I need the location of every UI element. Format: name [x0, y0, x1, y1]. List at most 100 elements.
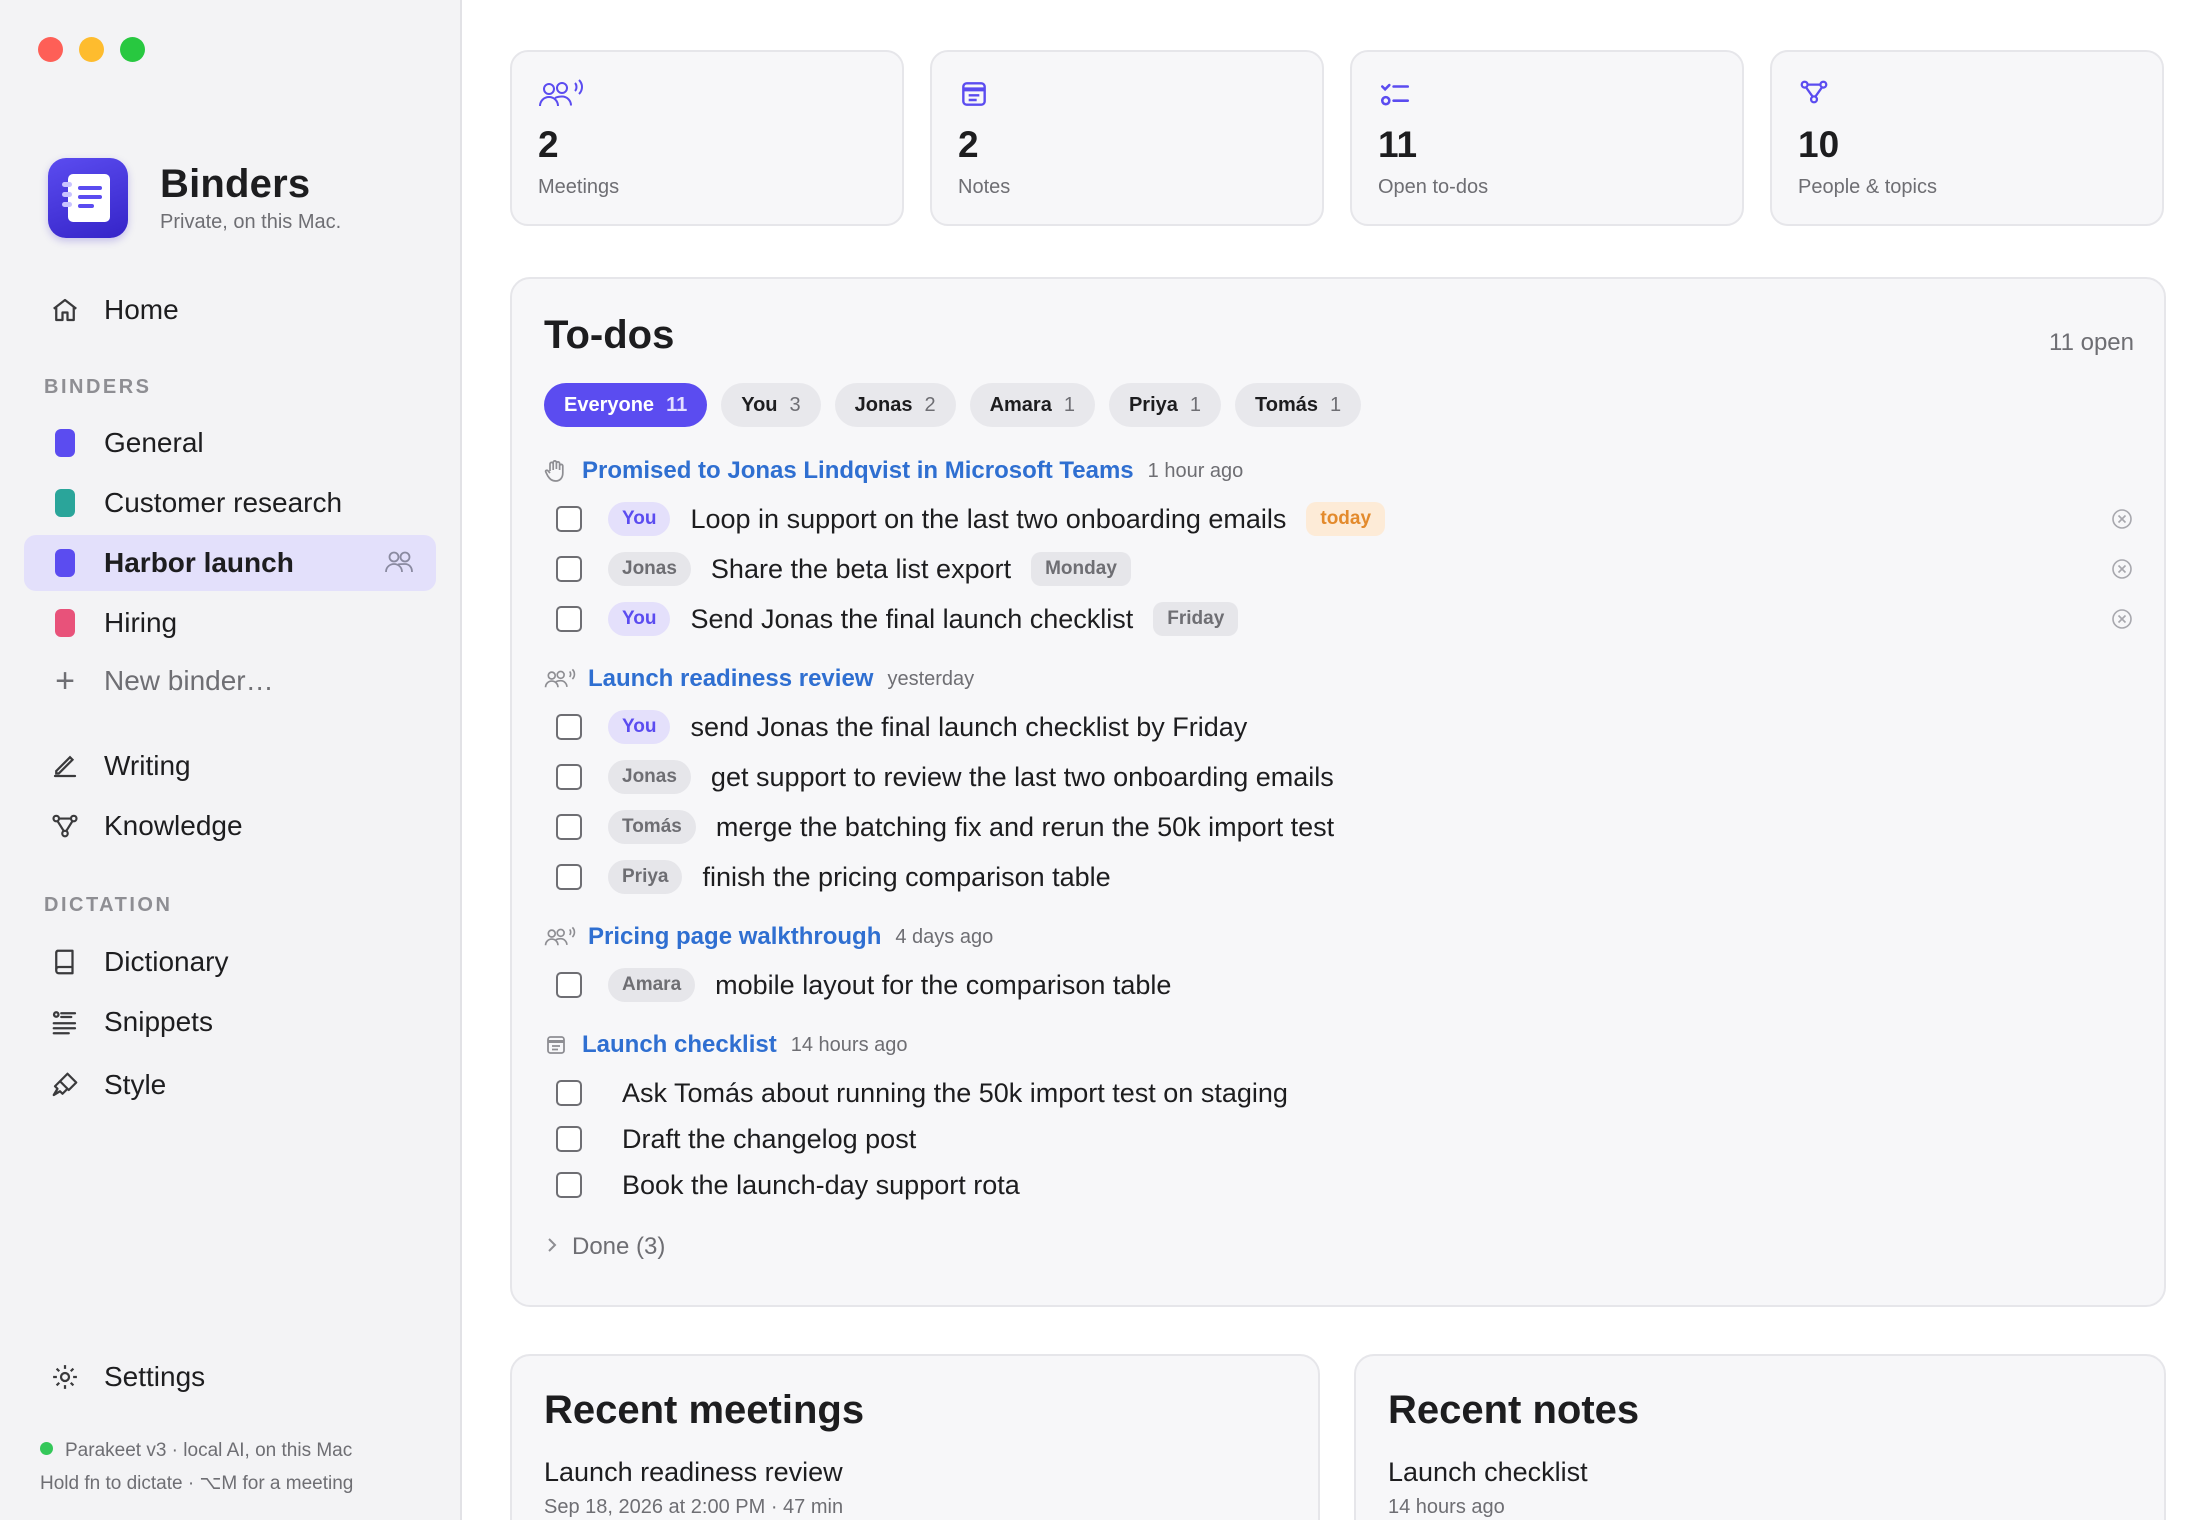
- stat-card-meetings[interactable]: 2 Meetings: [510, 50, 904, 226]
- stat-label: People & topics: [1798, 176, 1937, 198]
- plus-icon: +: [55, 661, 75, 700]
- filter-chip-amara[interactable]: Amara 1: [969, 383, 1095, 427]
- due-badge: Monday: [1031, 552, 1131, 586]
- sidebar-item-label: Knowledge: [104, 810, 243, 841]
- todo-group-source-link[interactable]: Promised to Jonas Lindqvist in Microsoft…: [582, 457, 1134, 485]
- stat-value: 10: [1798, 124, 1840, 165]
- filter-chip-priya[interactable]: Priya 1: [1108, 383, 1222, 427]
- filter-chip-you[interactable]: You 3: [721, 383, 821, 427]
- done-disclosure-toggle[interactable]: Done (3): [546, 1233, 665, 1261]
- dismiss-icon[interactable]: [2110, 607, 2134, 636]
- sidebar-item-style[interactable]: Style: [24, 1057, 436, 1113]
- sidebar-item-label: Settings: [104, 1361, 206, 1392]
- todo-text[interactable]: Share the beta list export: [711, 554, 1011, 585]
- todo-group-time: 1 hour ago: [1147, 459, 1244, 482]
- stat-label: Meetings: [538, 176, 620, 198]
- filter-chip-tomas[interactable]: Tomás 1: [1235, 383, 1362, 427]
- todo-text[interactable]: mobile layout for the comparison table: [715, 970, 1171, 1001]
- note-icon: [958, 78, 1322, 114]
- binders-section-header: BINDERS: [44, 376, 152, 398]
- todo-checkbox[interactable]: [556, 556, 582, 582]
- graph-icon: [1798, 78, 2162, 114]
- done-label: Done (3): [572, 1233, 666, 1260]
- todo-checkbox[interactable]: [556, 714, 582, 740]
- recent-meeting-meta: Sep 18, 2026 at 2:00 PM · 47 min: [544, 1496, 844, 1518]
- todo-checkbox[interactable]: [556, 972, 582, 998]
- sidebar-item-label: Dictionary: [104, 946, 229, 977]
- sidebar-item-writing[interactable]: Writing: [24, 738, 436, 794]
- dismiss-icon[interactable]: [2110, 557, 2134, 586]
- assignee-badge: You: [608, 602, 671, 636]
- sidebar-item-knowledge[interactable]: Knowledge: [24, 798, 436, 854]
- binders-logo-icon: [48, 158, 128, 238]
- assignee-badge: Amara: [608, 968, 696, 1002]
- minimize-window-button[interactable]: [79, 37, 104, 62]
- sidebar-item-settings[interactable]: Settings: [24, 1349, 436, 1405]
- todo-checkbox[interactable]: [556, 764, 582, 790]
- todo-row: Book the launch-day support rota: [556, 1163, 2134, 1207]
- dismiss-icon[interactable]: [2110, 507, 2134, 536]
- todo-checkbox[interactable]: [556, 814, 582, 840]
- stat-value: 2: [958, 124, 979, 165]
- due-badge: Friday: [1153, 602, 1239, 636]
- todo-group-source-link[interactable]: Pricing page walkthrough: [588, 923, 881, 951]
- sidebar-item-general[interactable]: General: [24, 415, 436, 471]
- assignee-badge: Jonas: [608, 552, 691, 586]
- todo-text[interactable]: Loop in support on the last two onboardi…: [690, 504, 1286, 535]
- sidebar-item-home[interactable]: Home: [24, 282, 436, 338]
- sidebar-item-harbor-launch[interactable]: Harbor launch: [24, 535, 436, 591]
- new-binder-button[interactable]: + New binder…: [24, 653, 436, 709]
- todos-title: To-dos: [544, 313, 675, 357]
- todo-text[interactable]: Book the launch-day support rota: [622, 1170, 1020, 1201]
- todo-checkbox[interactable]: [556, 1172, 582, 1198]
- todo-filter-chips: Everyone 11 You 3 Jonas 2 Amara 1 Priya 1 Tom…: [544, 383, 1362, 427]
- sidebar-item-label: Writing: [104, 750, 191, 781]
- filter-chip-everyone[interactable]: Everyone 11: [544, 383, 708, 427]
- todo-text[interactable]: Draft the changelog post: [622, 1124, 916, 1155]
- todo-checkbox[interactable]: [556, 506, 582, 532]
- app-subtitle: Private, on this Mac.: [160, 211, 342, 233]
- sidebar-item-hiring[interactable]: Hiring: [24, 595, 436, 651]
- app-title: Binders: [160, 162, 311, 206]
- todo-row: Amara mobile layout for the comparison t…: [556, 963, 2134, 1007]
- close-window-button[interactable]: [38, 37, 63, 62]
- book-icon: [48, 945, 82, 979]
- binder-color-swatch: [55, 609, 75, 637]
- assignee-badge: Tomás: [608, 810, 696, 844]
- todo-text[interactable]: finish the pricing comparison table: [702, 862, 1110, 893]
- todo-text[interactable]: merge the batching fix and rerun the 50k…: [716, 812, 1334, 843]
- stat-card-people-topics[interactable]: 10 People & topics: [1770, 50, 2164, 226]
- todo-checkbox[interactable]: [556, 1126, 582, 1152]
- window-controls: [38, 37, 145, 62]
- todo-text[interactable]: get support to review the last two onboa…: [711, 762, 1334, 793]
- todo-group-source-link[interactable]: Launch readiness review: [588, 665, 873, 693]
- todo-row: Draft the changelog post: [556, 1117, 2134, 1161]
- filter-chip-jonas[interactable]: Jonas 2: [834, 383, 956, 427]
- zoom-window-button[interactable]: [120, 37, 145, 62]
- recent-meetings-title: Recent meetings: [544, 1388, 865, 1432]
- stat-label: Notes: [958, 176, 1011, 198]
- todo-text[interactable]: send Jonas the final launch checklist by…: [690, 712, 1247, 743]
- sidebar-item-snippets[interactable]: Snippets: [24, 994, 436, 1050]
- todo-checkbox[interactable]: [556, 1080, 582, 1106]
- todo-group-header: Promised to Jonas Lindqvist in Microsoft…: [544, 457, 1243, 485]
- todo-text[interactable]: Send Jonas the final launch checklist: [690, 604, 1133, 635]
- todo-text[interactable]: Ask Tomás about running the 50k import t…: [622, 1078, 1288, 1109]
- stat-card-open-todos[interactable]: 11 Open to-dos: [1350, 50, 1744, 226]
- note-icon: [544, 1033, 578, 1057]
- sidebar-item-label: Home: [104, 294, 179, 325]
- recent-notes-title: Recent notes: [1388, 1388, 1640, 1432]
- recent-note-item[interactable]: Launch checklist: [1388, 1457, 2164, 1488]
- sidebar-item-customer-research[interactable]: Customer research: [24, 475, 436, 531]
- recent-meeting-item[interactable]: Launch readiness review: [544, 1457, 1318, 1488]
- binder-color-swatch: [55, 489, 75, 517]
- checklist-icon: [1378, 78, 1742, 114]
- todo-group-source-link[interactable]: Launch checklist: [582, 1031, 777, 1059]
- assignee-badge: You: [608, 502, 671, 536]
- dictation-section-header: DICTATION: [44, 894, 173, 916]
- todo-checkbox[interactable]: [556, 864, 582, 890]
- due-badge: today: [1306, 502, 1386, 536]
- sidebar-item-dictionary[interactable]: Dictionary: [24, 934, 436, 990]
- todo-checkbox[interactable]: [556, 606, 582, 632]
- stat-card-notes[interactable]: 2 Notes: [930, 50, 1324, 226]
